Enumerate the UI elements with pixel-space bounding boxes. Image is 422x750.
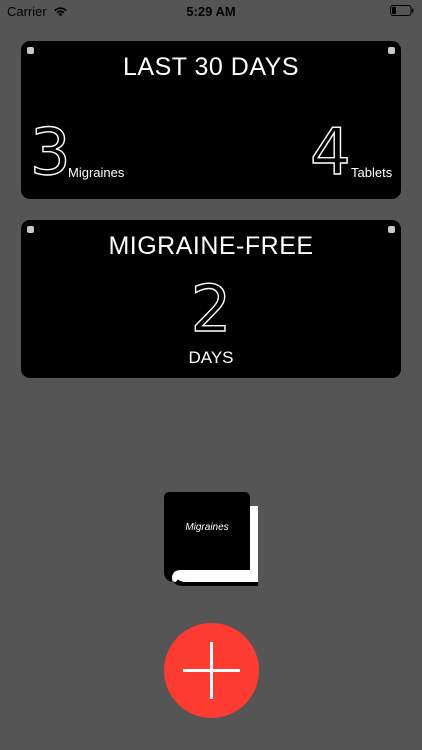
last-30-days-title: LAST 30 DAYS (123, 53, 299, 81)
migraine-free-card[interactable]: MIGRAINE-FREE 2 DAYS (21, 220, 401, 378)
status-bar: Carrier 5:29 AM (0, 0, 422, 22)
migraine-log-book-button[interactable]: Migraines (164, 492, 260, 588)
migraine-free-count: 2 (190, 273, 232, 347)
plus-icon (183, 642, 240, 699)
battery-icon (390, 5, 414, 16)
tablets-label: Tablets (351, 165, 393, 180)
add-migraine-button[interactable] (164, 623, 259, 718)
last-30-days-card[interactable]: LAST 30 DAYS 3 Migraines 4 Tablets (21, 41, 401, 199)
book-label: Migraines (185, 522, 229, 533)
tablets-count: 4 (309, 116, 351, 190)
status-time: 5:29 AM (186, 4, 236, 19)
book-icon (164, 492, 258, 586)
migraines-label: Migraines (68, 165, 125, 180)
migraine-free-unit: DAYS (188, 348, 234, 367)
migraine-free-title: MIGRAINE-FREE (108, 232, 314, 260)
migraines-count: 3 (29, 116, 71, 190)
